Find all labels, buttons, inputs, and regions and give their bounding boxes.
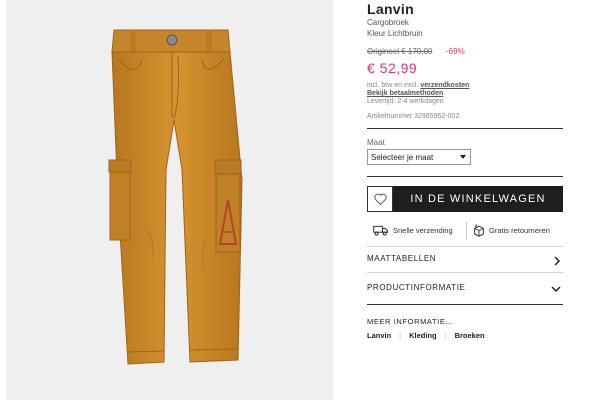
accordion-label: MAATTABELLEN (367, 254, 437, 263)
caret-down-icon (460, 155, 466, 159)
accordion-product-info[interactable]: PRODUCTINFORMATIE (367, 283, 563, 299)
divider (367, 128, 563, 129)
payment-methods-link[interactable]: Bekijk betaalmethoden (367, 90, 443, 97)
usp-divider (466, 222, 467, 240)
shipping-prefix: incl. btw en excl. (367, 82, 419, 89)
heart-icon (373, 193, 387, 205)
breadcrumb-link-trousers[interactable]: Broeken (455, 331, 485, 340)
accordion-label: PRODUCTINFORMATIE (367, 283, 466, 292)
size-label: Maat (367, 138, 385, 147)
breadcrumb-link-brand[interactable]: Lanvin (367, 331, 391, 340)
delivery-time: Levertijd: 2-4 werkdagen (367, 98, 444, 105)
size-select-value: Selecteer je maat (371, 153, 434, 162)
product-image[interactable] (6, 0, 333, 400)
product-subtitle: Cargobroek (367, 18, 409, 27)
article-number: Artikelnummer 32965962-002 (367, 113, 460, 120)
size-select[interactable]: Selecteer je maat (367, 149, 471, 165)
cargo-pants-image (108, 29, 243, 365)
accordion-size-charts[interactable]: MAATTABELLEN (367, 254, 563, 270)
usp-label: Gratis retourneren (489, 226, 550, 235)
add-to-cart-button[interactable]: IN DE WINKELWAGEN (393, 186, 563, 212)
usp-free-returns: Gratis retourneren (473, 224, 550, 237)
divider (367, 176, 563, 177)
discount-badge: -69% (446, 47, 465, 56)
chevron-down-icon (551, 286, 561, 293)
truck-icon (373, 225, 389, 236)
more-info-title: MEER INFORMATIE... (367, 317, 454, 326)
breadcrumb-separator: | (399, 331, 402, 340)
usp-label: Snelle verzending (393, 225, 453, 235)
return-box-icon (474, 224, 484, 237)
divider (367, 246, 563, 247)
product-color: Kleur Lichtbruin (367, 29, 423, 38)
shipping-info: incl. btw en excl. verzendkosten (367, 82, 469, 89)
brand-name[interactable]: Lanvin (367, 1, 414, 17)
chevron-right-icon (554, 256, 561, 266)
divider (367, 304, 563, 305)
original-price: Origineel € 170,00 (367, 47, 433, 56)
breadcrumb-link-clothing[interactable]: Kleding (409, 331, 437, 340)
sale-price: € 52,99 (367, 60, 418, 76)
divider (367, 272, 563, 273)
breadcrumb-separator: | (444, 331, 447, 340)
usp-fast-shipping: Snelle verzending (373, 224, 453, 236)
wishlist-button[interactable] (367, 186, 393, 212)
breadcrumb: Lanvin | Kleding | Broeken (367, 331, 485, 340)
shipping-costs-link[interactable]: verzendkosten (420, 82, 469, 89)
